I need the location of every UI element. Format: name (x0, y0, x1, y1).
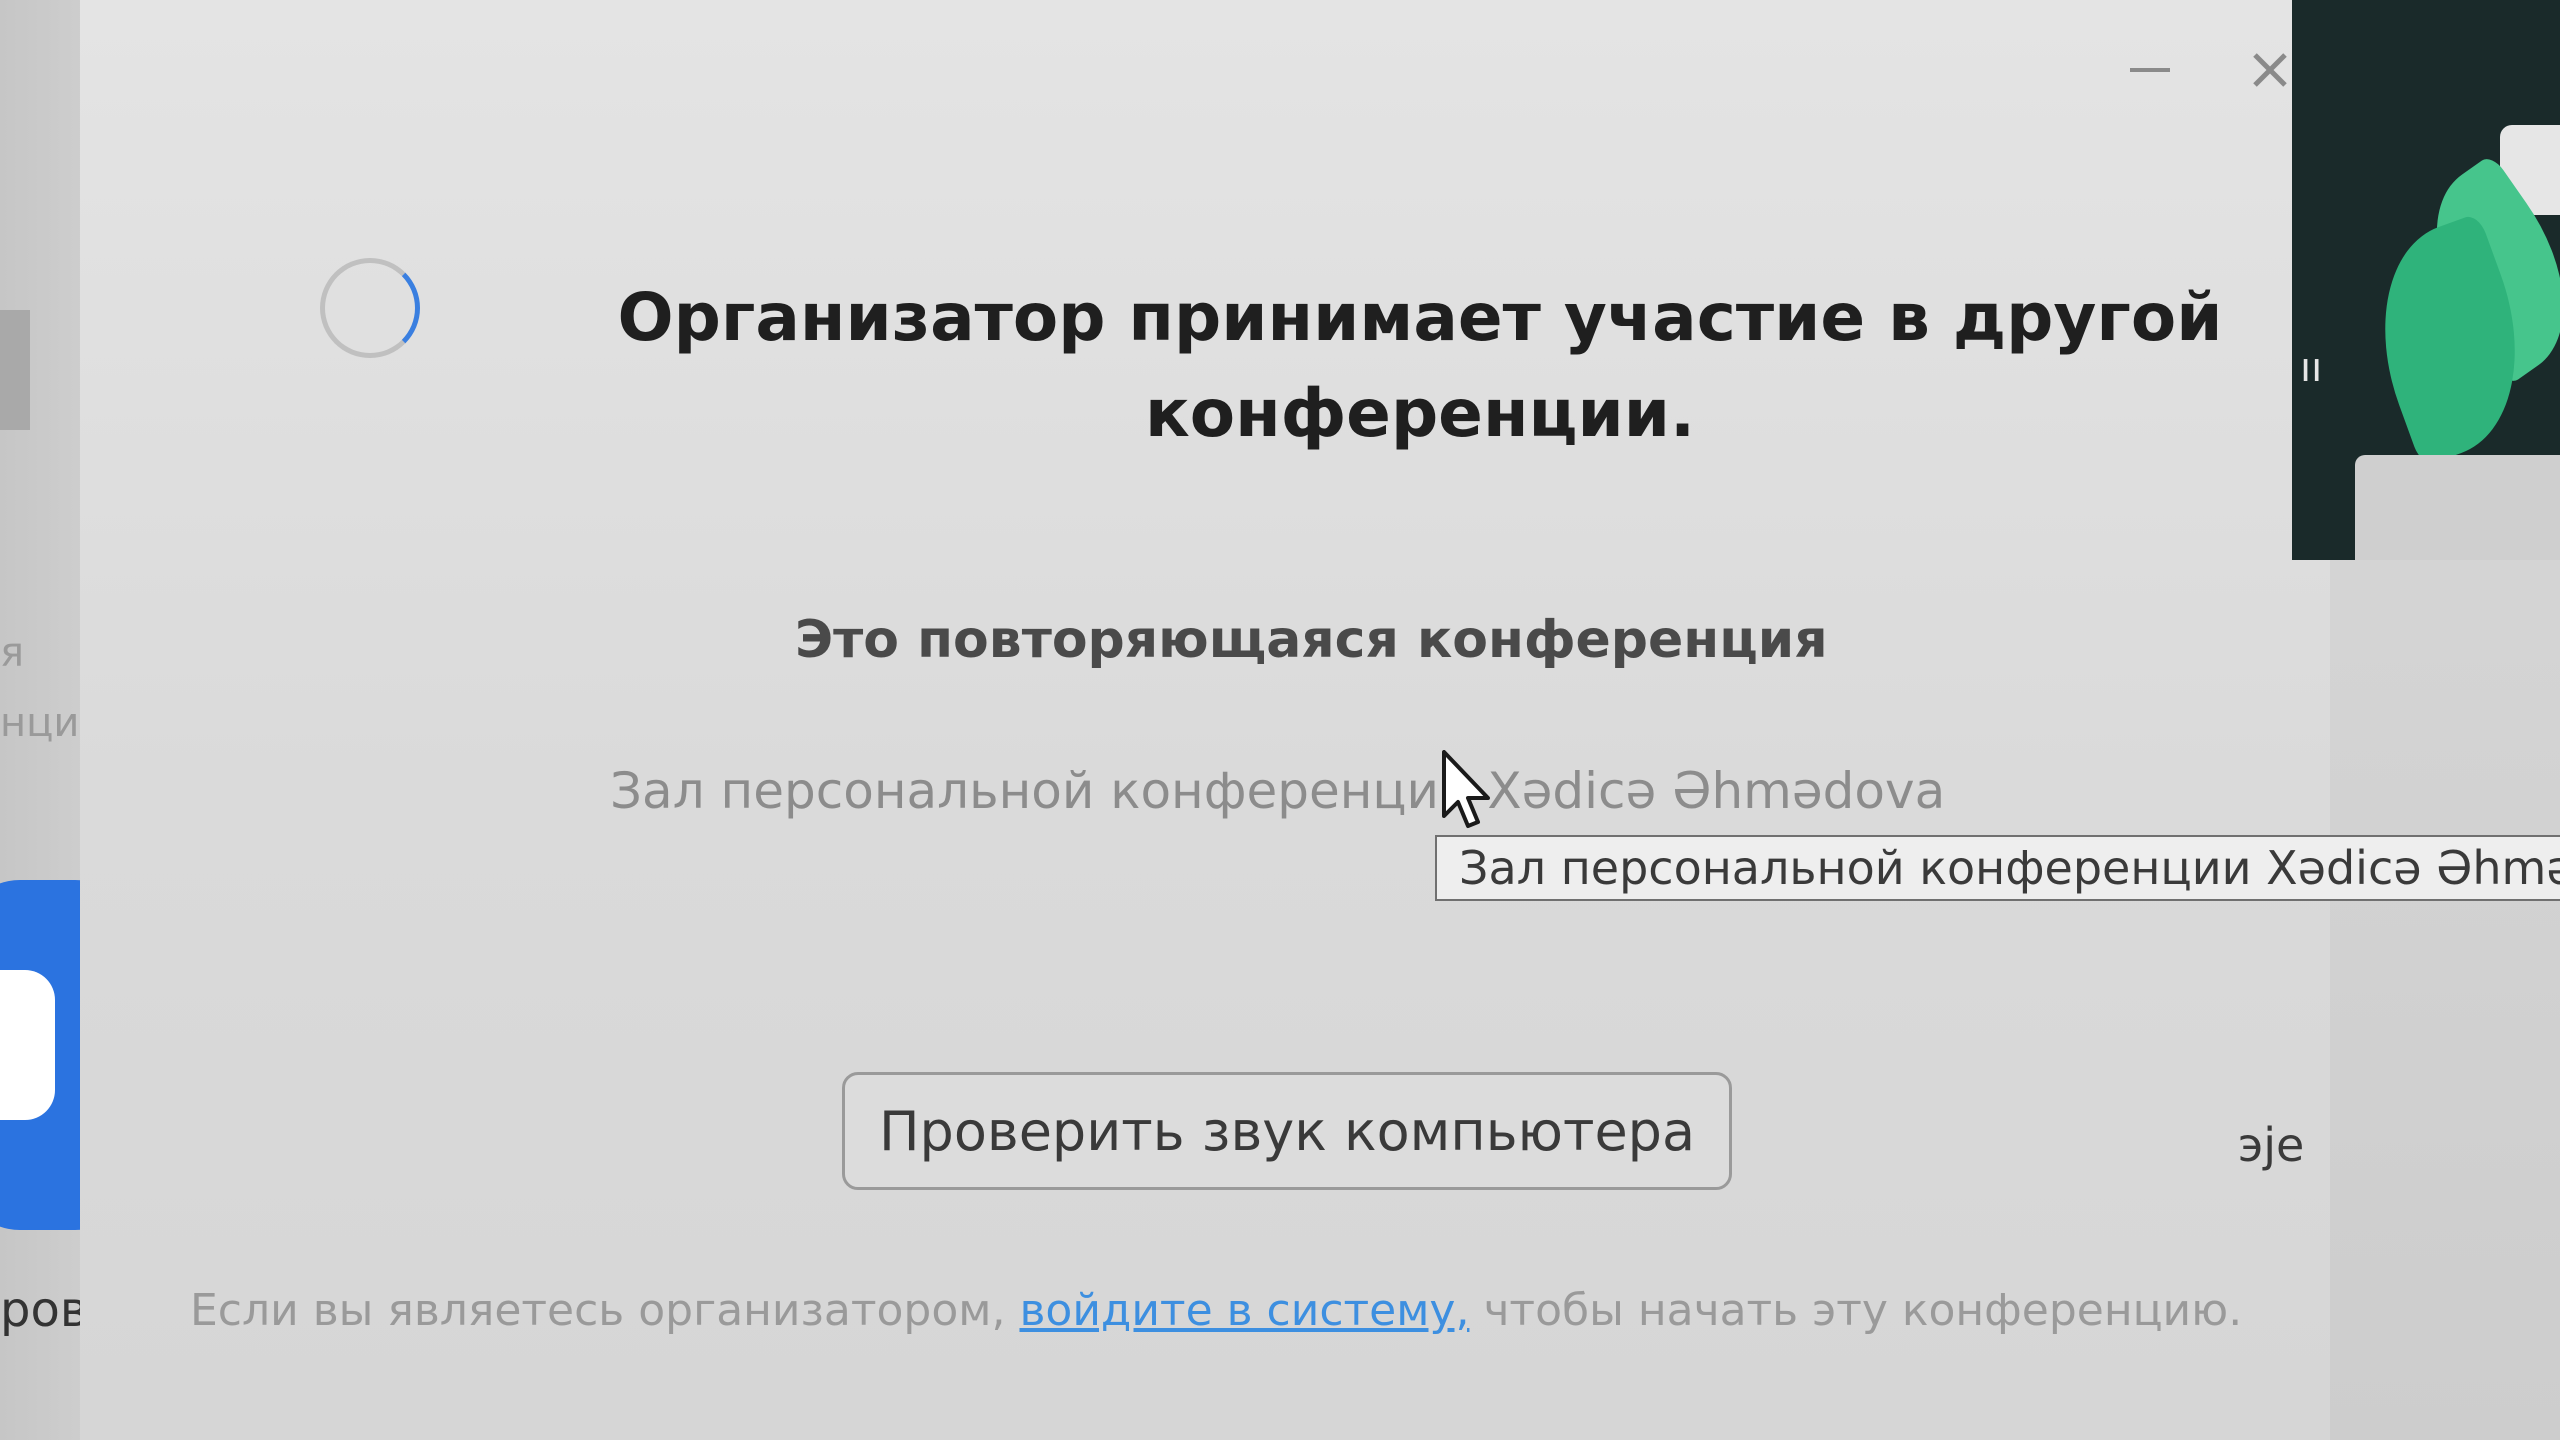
footer-text-before: Если вы являетесь организатором, (190, 1285, 1006, 1336)
background-app-tile-icon (0, 970, 55, 1120)
close-icon (2253, 53, 2287, 87)
background-right-glyph: ıı (2300, 345, 2323, 391)
background-left-scroll-marker (0, 310, 30, 430)
recurring-meeting-label: Это повторяющаяся конференция (795, 610, 1828, 670)
footer-text-after: чтобы начать эту конференцию. (1483, 1285, 2243, 1336)
background-left-text-fragment: я (0, 630, 25, 676)
meeting-room-name: Зал персональной конференции Xədicə Əhmə… (610, 762, 1946, 820)
sign-in-link[interactable]: войдите в систему, (1019, 1285, 1469, 1336)
minimize-icon (2130, 68, 2170, 72)
host-signin-footer: Если вы являетесь организатором, войдите… (190, 1285, 2242, 1336)
mouse-cursor-icon (1442, 750, 1490, 828)
screen: я нция роват Организатор принимает участ… (0, 0, 2560, 1440)
background-right-card (2355, 455, 2560, 560)
dialog-title: Организатор принимает участие в другой к… (617, 279, 2223, 452)
room-name-tooltip: Зал персональной конференции Xədicə Əhmə… (1435, 835, 2560, 901)
test-computer-audio-button[interactable]: Проверить звук компьютера (842, 1072, 1732, 1190)
loading-spinner-icon (320, 258, 420, 358)
close-button[interactable] (2240, 40, 2300, 100)
waiting-for-host-dialog: Организатор принимает участие в другой к… (80, 0, 2330, 1440)
window-controls (2120, 40, 2300, 100)
minimize-button[interactable] (2120, 40, 2180, 100)
background-right-text-fragment: эје (2238, 1118, 2305, 1172)
